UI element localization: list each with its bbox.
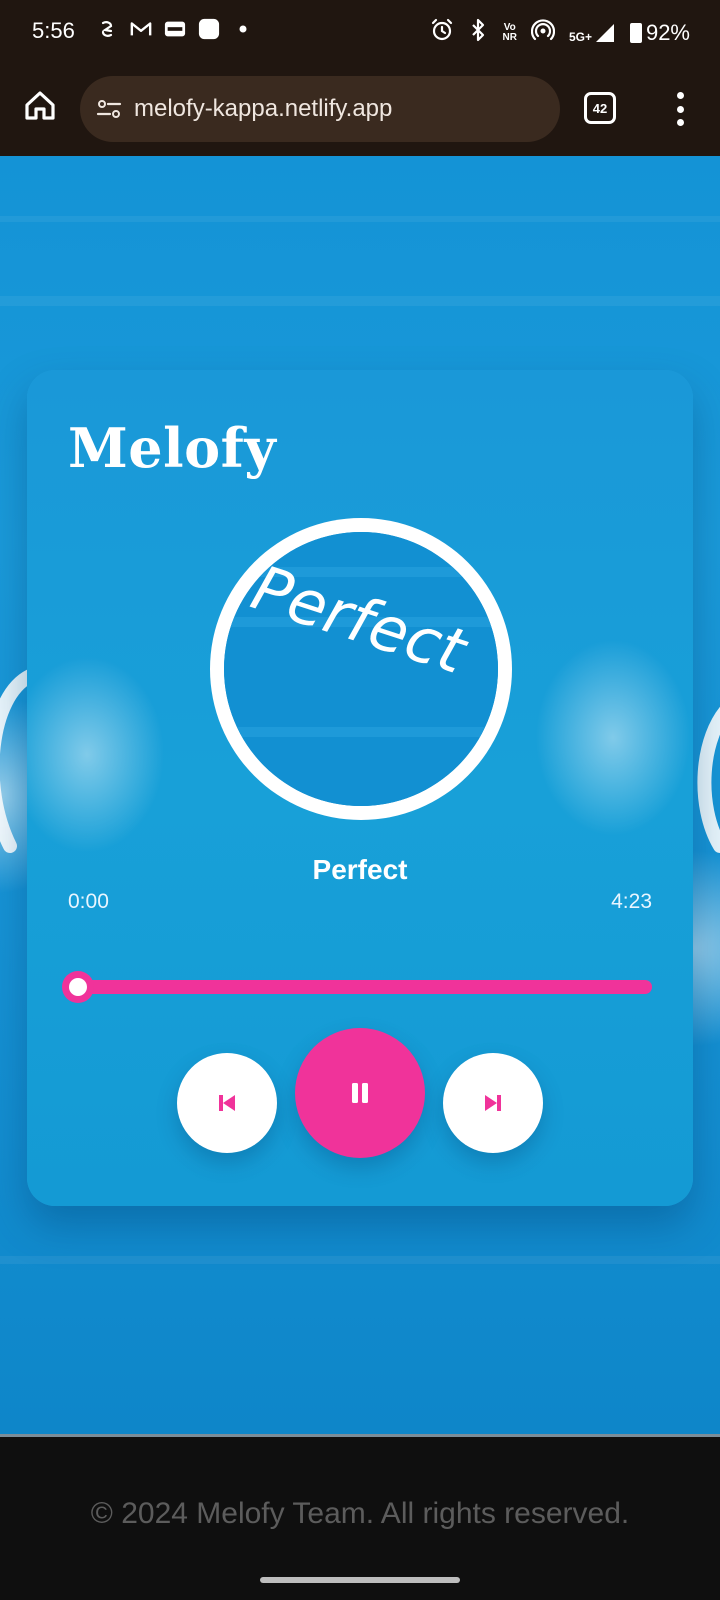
- status-bar: 5:56 Vo NR 5G+ 92%: [0, 0, 720, 64]
- progress-bar[interactable]: [62, 971, 652, 1003]
- album-cover: Perfect: [210, 518, 512, 820]
- menu-dot: [676, 92, 684, 99]
- menu-dot: [676, 119, 684, 126]
- total-time: 4:23: [611, 890, 652, 913]
- home-button[interactable]: [20, 86, 60, 126]
- site-settings-icon[interactable]: [94, 94, 124, 124]
- background-brush-stroke-right: [697, 706, 720, 853]
- browser-toolbar: melofy-kappa.netlify.app 42: [0, 64, 720, 156]
- skip-previous-icon: [219, 1095, 235, 1111]
- pause-button[interactable]: [295, 1028, 425, 1158]
- pause-icon: [352, 1083, 368, 1103]
- notification-icons: [96, 18, 254, 40]
- app-notification-icon: [198, 18, 220, 40]
- system-icons: Vo NR 5G+ 92%: [430, 18, 690, 48]
- home-icon: [25, 91, 55, 120]
- battery-icon: [629, 23, 642, 43]
- battery-indicator: 92%: [629, 20, 690, 46]
- battery-percent: 92%: [645, 20, 690, 45]
- volte-bottom-label: NR: [502, 32, 517, 43]
- next-button[interactable]: [443, 1053, 543, 1153]
- more-notifications-dot-icon: [232, 18, 254, 40]
- copyright-text: © 2024 Melofy Team. All rights reserved.: [90, 1497, 630, 1530]
- gmail-icon: [130, 18, 152, 40]
- song-title: Perfect: [312, 854, 408, 885]
- web-page: Melofy Perfect Perfect 0:00 4:23: [0, 156, 720, 1434]
- hotspot-icon: [530, 18, 556, 48]
- app-title: Melofy: [68, 416, 277, 480]
- swiggy-icon: [96, 18, 118, 40]
- background-stripe: [0, 1256, 720, 1264]
- bluetooth-icon: [468, 18, 488, 48]
- gesture-navigation-bar[interactable]: [260, 1577, 460, 1583]
- status-time: 5:56: [32, 18, 75, 43]
- music-player-card: Melofy Perfect Perfect 0:00 4:23: [27, 370, 693, 1206]
- url-text: melofy-kappa.netlify.app: [134, 95, 393, 122]
- volte-indicator: Vo NR: [502, 23, 516, 43]
- menu-dot: [676, 105, 684, 113]
- background-stripe: [0, 216, 720, 222]
- album-art-image: Perfect: [224, 532, 498, 806]
- page-footer: © 2024 Melofy Team. All rights reserved.: [0, 1434, 720, 1600]
- signal-indicator: 5G+: [569, 22, 616, 44]
- paytm-icon: [164, 18, 186, 40]
- album-art: Perfect: [224, 532, 498, 806]
- network-type-label: 5G+: [568, 30, 592, 44]
- skip-next-icon: [485, 1095, 501, 1111]
- previous-button[interactable]: [177, 1053, 277, 1153]
- background-stripe: [0, 296, 720, 306]
- address-bar[interactable]: melofy-kappa.netlify.app: [80, 76, 560, 142]
- alarm-icon: [430, 18, 454, 48]
- signal-icon: [595, 24, 614, 42]
- progress-handle[interactable]: [62, 971, 94, 1003]
- current-time: 0:00: [68, 890, 109, 913]
- tab-switcher-button[interactable]: 42: [584, 92, 616, 124]
- browser-menu-button[interactable]: [670, 92, 690, 126]
